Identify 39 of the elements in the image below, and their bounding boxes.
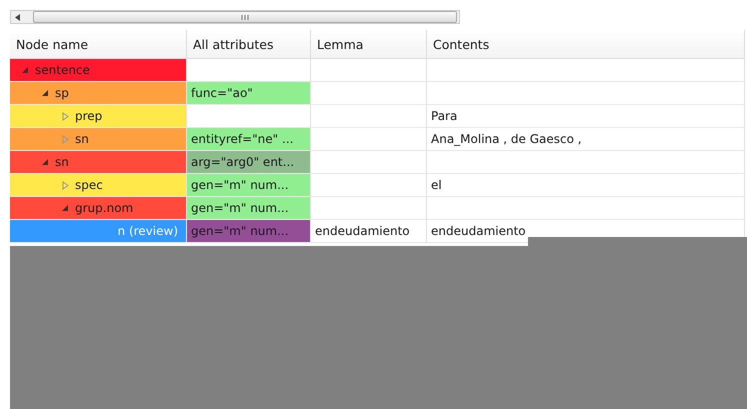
attributes-cell: gen="m" num... bbox=[187, 220, 311, 243]
scroll-left-icon[interactable] bbox=[15, 14, 21, 20]
node-label: spec bbox=[75, 178, 103, 192]
node-label: n (review) bbox=[118, 224, 179, 238]
node-label: prep bbox=[75, 109, 102, 123]
node-label: sp bbox=[55, 86, 69, 100]
tree-node[interactable]: sp bbox=[10, 82, 187, 105]
tree-node[interactable]: prep bbox=[10, 105, 187, 128]
column-header[interactable]: All attributes bbox=[187, 30, 311, 59]
column-header[interactable]: Contents bbox=[427, 30, 745, 59]
attributes-cell: gen="m" num... bbox=[187, 174, 311, 197]
collapsed-icon[interactable] bbox=[62, 112, 69, 120]
tree-node[interactable]: sn bbox=[10, 128, 187, 151]
node-label: sn bbox=[55, 155, 69, 169]
tree-node[interactable]: sentence bbox=[10, 59, 187, 82]
grip-icon bbox=[241, 14, 249, 20]
node-label: sn bbox=[75, 132, 89, 146]
expanded-icon[interactable] bbox=[42, 158, 49, 166]
attributes-cell: gen="m" num... bbox=[187, 197, 311, 220]
expanded-icon[interactable] bbox=[42, 90, 49, 96]
expanded-icon[interactable] bbox=[22, 66, 29, 74]
column-header[interactable]: Node name bbox=[10, 30, 187, 59]
tree-node[interactable]: spec bbox=[10, 174, 187, 197]
attributes-cell: arg="arg0" ent... bbox=[187, 151, 311, 174]
horizontal-scrollbar[interactable] bbox=[10, 10, 460, 24]
expanded-icon[interactable] bbox=[62, 204, 69, 212]
contents-cell: Ana_Molina , de Gaesco , bbox=[427, 128, 745, 151]
column-header[interactable]: Lemma bbox=[311, 30, 427, 59]
attributes-cell: entityref="ne" ... bbox=[187, 128, 311, 151]
tree-node[interactable]: grup.nom bbox=[10, 197, 187, 220]
contents-cell: Para bbox=[427, 105, 745, 128]
tree-node[interactable]: sn bbox=[10, 151, 187, 174]
lemma-cell: endeudamiento bbox=[311, 220, 427, 243]
collapsed-icon[interactable] bbox=[62, 180, 69, 190]
scroll-thumb[interactable] bbox=[33, 11, 457, 23]
contents-cell: el bbox=[427, 174, 745, 197]
node-label: grup.nom bbox=[75, 201, 134, 215]
node-label: sentence bbox=[35, 63, 90, 77]
attributes-cell: func="ao" bbox=[187, 82, 311, 105]
